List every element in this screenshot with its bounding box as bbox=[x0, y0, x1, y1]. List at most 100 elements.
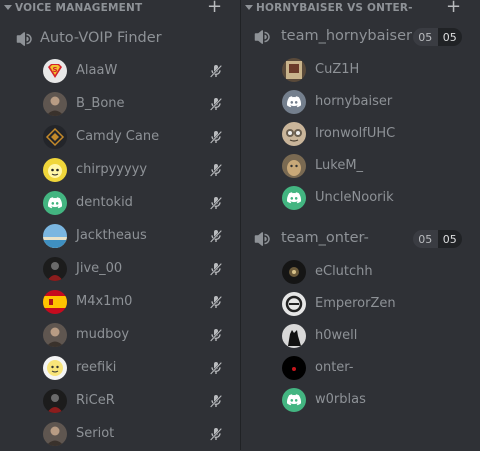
avatar bbox=[282, 154, 306, 178]
username: onter- bbox=[315, 360, 354, 375]
avatar bbox=[43, 257, 67, 281]
voice-user-row[interactable]: EmperorZen bbox=[241, 288, 480, 321]
voice-user-row[interactable]: mudboy bbox=[0, 319, 240, 352]
category-hornybaiser-vs-onter[interactable]: HORNYBAISER VS ONTER- + bbox=[241, 0, 480, 18]
mute-icon[interactable] bbox=[208, 195, 224, 211]
voice-user-row[interactable]: CuZ1H bbox=[241, 54, 480, 87]
username: mudboy bbox=[76, 327, 130, 342]
voice-user-row[interactable]: M4x1m0 bbox=[0, 286, 240, 319]
user-count: 05 bbox=[413, 28, 438, 46]
voice-user-row[interactable]: w0rblas bbox=[241, 384, 480, 417]
username: B_Bone bbox=[76, 96, 125, 111]
avatar bbox=[282, 186, 306, 210]
voice-user-row[interactable]: reefiki bbox=[0, 352, 240, 385]
user-limit: 05 bbox=[437, 28, 462, 46]
voice-user-row[interactable]: RiCeR bbox=[0, 385, 240, 418]
username: dentokid bbox=[76, 195, 133, 210]
username: M4x1m0 bbox=[76, 294, 133, 309]
chevron-down-icon bbox=[245, 5, 253, 10]
user-limit-badge: 05 05 bbox=[413, 28, 462, 46]
user-limit: 05 bbox=[437, 230, 462, 248]
mute-icon[interactable] bbox=[208, 228, 224, 244]
voice-user-row[interactable]: onter- bbox=[241, 352, 480, 385]
avatar bbox=[43, 125, 67, 149]
avatar bbox=[282, 356, 306, 380]
avatar bbox=[43, 191, 67, 215]
mute-icon[interactable] bbox=[208, 426, 224, 442]
match-panel: HORNYBAISER VS ONTER- + team_hornybaiser… bbox=[241, 0, 480, 450]
username: h0well bbox=[315, 328, 358, 343]
avatar bbox=[282, 90, 306, 114]
chevron-down-icon bbox=[4, 5, 12, 10]
category-voice-management[interactable]: VOICE MANAGEMENT + bbox=[0, 0, 240, 18]
username: EmperorZen bbox=[315, 296, 396, 311]
username: Seriot bbox=[76, 426, 115, 441]
avatar bbox=[43, 389, 67, 413]
speaker-icon bbox=[254, 232, 270, 246]
mute-icon[interactable] bbox=[208, 162, 224, 178]
channel-name: team_onter- bbox=[281, 230, 369, 246]
voice-user-row[interactable]: S AlaaW bbox=[0, 55, 240, 88]
channel-name: Auto-VOIP Finder bbox=[40, 30, 162, 46]
voice-user-row[interactable]: hornybaiser bbox=[241, 86, 480, 119]
channel-name: team_hornybaiser bbox=[281, 28, 412, 44]
avatar bbox=[43, 92, 67, 116]
username: eClutchh bbox=[315, 264, 373, 279]
username: Jacktheaus bbox=[76, 228, 147, 243]
mute-icon[interactable] bbox=[208, 63, 224, 79]
username: Camdy Cane bbox=[76, 129, 160, 144]
voice-user-row[interactable]: UncleNoorik bbox=[241, 182, 480, 215]
voice-user-row[interactable]: Jive_00 bbox=[0, 253, 240, 286]
mute-icon[interactable] bbox=[208, 261, 224, 277]
mute-icon[interactable] bbox=[208, 360, 224, 376]
avatar bbox=[282, 122, 306, 146]
category-title: VOICE MANAGEMENT bbox=[15, 2, 143, 14]
avatar bbox=[282, 58, 306, 82]
avatar bbox=[282, 260, 306, 284]
avatar bbox=[282, 388, 306, 412]
voice-channel-auto-voip-finder[interactable]: Auto-VOIP Finder bbox=[0, 26, 240, 52]
voice-user-row[interactable]: Seriot bbox=[0, 418, 240, 451]
voice-channel-team-hornybaiser[interactable]: team_hornybaiser 05 05 bbox=[241, 24, 480, 50]
mute-icon[interactable] bbox=[208, 294, 224, 310]
username: LukeM_ bbox=[315, 158, 364, 173]
voice-user-row[interactable]: dentokid bbox=[0, 187, 240, 220]
speaker-icon bbox=[16, 32, 32, 46]
avatar bbox=[43, 356, 67, 380]
avatar bbox=[282, 324, 306, 348]
mute-icon[interactable] bbox=[208, 96, 224, 112]
username: CuZ1H bbox=[315, 62, 360, 77]
svg-text:S: S bbox=[52, 66, 57, 74]
voice-user-row[interactable]: IronwolfUHC bbox=[241, 118, 480, 151]
category-title: HORNYBAISER VS ONTER- bbox=[256, 2, 413, 14]
username: AlaaW bbox=[76, 63, 118, 78]
username: hornybaiser bbox=[315, 94, 393, 109]
avatar bbox=[43, 224, 67, 248]
username: Jive_00 bbox=[76, 261, 123, 276]
username: UncleNoorik bbox=[315, 190, 394, 205]
voice-management-panel: VOICE MANAGEMENT + Auto-VOIP Finder S Ala… bbox=[0, 0, 240, 450]
voice-user-row[interactable]: h0well bbox=[241, 320, 480, 353]
voice-user-row[interactable]: B_Bone bbox=[0, 88, 240, 121]
avatar bbox=[43, 158, 67, 182]
username: chirpyyyyy bbox=[76, 162, 148, 177]
mute-icon[interactable] bbox=[208, 327, 224, 343]
avatar bbox=[43, 323, 67, 347]
voice-user-row[interactable]: Camdy Cane bbox=[0, 121, 240, 154]
mute-icon[interactable] bbox=[208, 129, 224, 145]
username: RiCeR bbox=[76, 393, 115, 408]
avatar bbox=[43, 290, 67, 314]
voice-user-row[interactable]: chirpyyyyy bbox=[0, 154, 240, 187]
plus-icon[interactable]: + bbox=[207, 0, 222, 17]
user-limit-badge: 05 05 bbox=[413, 230, 462, 248]
plus-icon[interactable]: + bbox=[446, 0, 461, 17]
voice-user-row[interactable]: LukeM_ bbox=[241, 150, 480, 183]
avatar: S bbox=[43, 59, 67, 83]
user-count: 05 bbox=[413, 230, 438, 248]
voice-user-row[interactable]: eClutchh bbox=[241, 256, 480, 289]
username: w0rblas bbox=[315, 392, 366, 407]
voice-channel-team-onter-[interactable]: team_onter- 05 05 bbox=[241, 226, 480, 252]
voice-user-row[interactable]: Jacktheaus bbox=[0, 220, 240, 253]
mute-icon[interactable] bbox=[208, 393, 224, 409]
username: IronwolfUHC bbox=[315, 126, 396, 141]
